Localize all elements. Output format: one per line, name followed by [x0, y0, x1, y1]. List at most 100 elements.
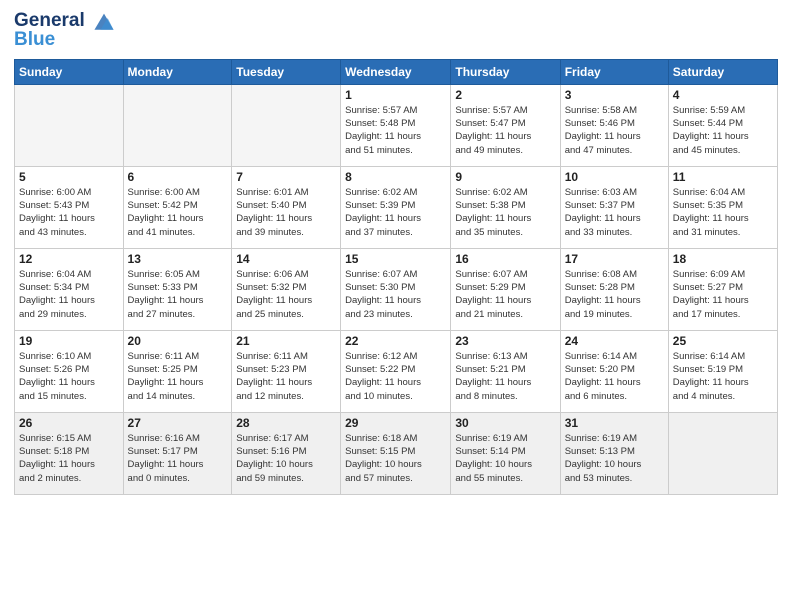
- page-header: General Blue: [14, 10, 778, 51]
- week-row-4: 19 Sunrise: 6:10 AM Sunset: 5:26 PM Dayli…: [15, 330, 778, 412]
- day-number: 23: [455, 334, 555, 348]
- day-info: Sunrise: 6:09 AM Sunset: 5:27 PM Dayligh…: [673, 268, 773, 321]
- day-cell-13: 13 Sunrise: 6:05 AM Sunset: 5:33 PM Dayli…: [123, 248, 232, 330]
- day-info: Sunrise: 6:10 AM Sunset: 5:26 PM Dayligh…: [19, 350, 119, 403]
- day-cell-4: 4 Sunrise: 5:59 AM Sunset: 5:44 PM Daylig…: [668, 84, 777, 166]
- day-info: Sunrise: 6:07 AM Sunset: 5:30 PM Dayligh…: [345, 268, 446, 321]
- day-cell-17: 17Sunrise: 6:08 AM Sunset: 5:28 PM Dayli…: [560, 248, 668, 330]
- weekday-wednesday: Wednesday: [341, 59, 451, 84]
- day-cell-20: 20 Sunrise: 6:11 AM Sunset: 5:25 PM Dayli…: [123, 330, 232, 412]
- day-cell-14: 14 Sunrise: 6:06 AM Sunset: 5:32 PM Dayli…: [232, 248, 341, 330]
- day-info: Sunrise: 6:06 AM Sunset: 5:32 PM Dayligh…: [236, 268, 336, 321]
- day-cell-26: 26 Sunrise: 6:15 AM Sunset: 5:18 PM Dayli…: [15, 412, 124, 494]
- day-info: Sunrise: 6:01 AM Sunset: 5:40 PM Dayligh…: [236, 186, 336, 239]
- weekday-monday: Monday: [123, 59, 232, 84]
- day-number: 28: [236, 416, 336, 430]
- day-cell-22: 22 Sunrise: 6:12 AM Sunset: 5:22 PM Dayli…: [341, 330, 451, 412]
- day-info: Sunrise: 6:02 AM Sunset: 5:38 PM Dayligh…: [455, 186, 555, 239]
- day-number: 27: [128, 416, 228, 430]
- day-number: 4: [673, 88, 773, 102]
- day-info: Sunrise: 6:03 AM Sunset: 5:37 PM Dayligh…: [565, 186, 664, 239]
- day-cell-7: 7 Sunrise: 6:01 AM Sunset: 5:40 PM Daylig…: [232, 166, 341, 248]
- day-cell-10: 10 Sunrise: 6:03 AM Sunset: 5:37 PM Dayli…: [560, 166, 668, 248]
- day-number: 10: [565, 170, 664, 184]
- day-number: 18: [673, 252, 773, 266]
- day-cell-18: 18 Sunrise: 6:09 AM Sunset: 5:27 PM Dayli…: [668, 248, 777, 330]
- day-info: Sunrise: 6:04 AM Sunset: 5:34 PM Dayligh…: [19, 268, 119, 321]
- week-row-5: 26 Sunrise: 6:15 AM Sunset: 5:18 PM Dayli…: [15, 412, 778, 494]
- day-info: Sunrise: 6:14 AM Sunset: 5:19 PM Dayligh…: [673, 350, 773, 403]
- day-cell-3: 3Sunrise: 5:58 AM Sunset: 5:46 PM Daylig…: [560, 84, 668, 166]
- day-cell-15: 15 Sunrise: 6:07 AM Sunset: 5:30 PM Dayli…: [341, 248, 451, 330]
- day-number: 7: [236, 170, 336, 184]
- empty-cell: [123, 84, 232, 166]
- day-cell-19: 19 Sunrise: 6:10 AM Sunset: 5:26 PM Dayli…: [15, 330, 124, 412]
- day-info: Sunrise: 6:19 AM Sunset: 5:14 PM Dayligh…: [455, 432, 555, 485]
- day-info: Sunrise: 5:58 AM Sunset: 5:46 PM Dayligh…: [565, 104, 664, 157]
- day-cell-2: 2 Sunrise: 5:57 AM Sunset: 5:47 PM Daylig…: [451, 84, 560, 166]
- day-cell-1: 1Sunrise: 5:57 AM Sunset: 5:48 PM Daylig…: [341, 84, 451, 166]
- day-info: Sunrise: 6:13 AM Sunset: 5:21 PM Dayligh…: [455, 350, 555, 403]
- day-info: Sunrise: 6:07 AM Sunset: 5:29 PM Dayligh…: [455, 268, 555, 321]
- day-number: 11: [673, 170, 773, 184]
- day-cell-21: 21 Sunrise: 6:11 AM Sunset: 5:23 PM Dayli…: [232, 330, 341, 412]
- day-number: 31: [565, 416, 664, 430]
- day-info: Sunrise: 6:17 AM Sunset: 5:16 PM Dayligh…: [236, 432, 336, 485]
- day-number: 20: [128, 334, 228, 348]
- day-number: 17: [565, 252, 664, 266]
- empty-cell: [232, 84, 341, 166]
- day-cell-16: 16 Sunrise: 6:07 AM Sunset: 5:29 PM Dayli…: [451, 248, 560, 330]
- week-row-2: 5Sunrise: 6:00 AM Sunset: 5:43 PM Daylig…: [15, 166, 778, 248]
- day-info: Sunrise: 6:00 AM Sunset: 5:42 PM Dayligh…: [128, 186, 228, 239]
- day-cell-12: 12 Sunrise: 6:04 AM Sunset: 5:34 PM Dayli…: [15, 248, 124, 330]
- empty-cell: [15, 84, 124, 166]
- day-number: 29: [345, 416, 446, 430]
- week-row-3: 12 Sunrise: 6:04 AM Sunset: 5:34 PM Dayli…: [15, 248, 778, 330]
- day-number: 22: [345, 334, 446, 348]
- day-cell-8: 8 Sunrise: 6:02 AM Sunset: 5:39 PM Daylig…: [341, 166, 451, 248]
- day-number: 14: [236, 252, 336, 266]
- empty-cell: [668, 412, 777, 494]
- day-cell-27: 27Sunrise: 6:16 AM Sunset: 5:17 PM Dayli…: [123, 412, 232, 494]
- day-number: 30: [455, 416, 555, 430]
- day-info: Sunrise: 6:02 AM Sunset: 5:39 PM Dayligh…: [345, 186, 446, 239]
- day-number: 26: [19, 416, 119, 430]
- weekday-friday: Friday: [560, 59, 668, 84]
- day-number: 6: [128, 170, 228, 184]
- day-cell-29: 29 Sunrise: 6:18 AM Sunset: 5:15 PM Dayli…: [341, 412, 451, 494]
- weekday-sunday: Sunday: [15, 59, 124, 84]
- day-info: Sunrise: 6:19 AM Sunset: 5:13 PM Dayligh…: [565, 432, 664, 485]
- day-number: 13: [128, 252, 228, 266]
- day-cell-11: 11 Sunrise: 6:04 AM Sunset: 5:35 PM Dayli…: [668, 166, 777, 248]
- day-info: Sunrise: 6:11 AM Sunset: 5:25 PM Dayligh…: [128, 350, 228, 403]
- day-cell-24: 24 Sunrise: 6:14 AM Sunset: 5:20 PM Dayli…: [560, 330, 668, 412]
- day-number: 8: [345, 170, 446, 184]
- day-info: Sunrise: 6:12 AM Sunset: 5:22 PM Dayligh…: [345, 350, 446, 403]
- weekday-thursday: Thursday: [451, 59, 560, 84]
- week-row-1: 1Sunrise: 5:57 AM Sunset: 5:48 PM Daylig…: [15, 84, 778, 166]
- day-info: Sunrise: 6:05 AM Sunset: 5:33 PM Dayligh…: [128, 268, 228, 321]
- day-info: Sunrise: 5:57 AM Sunset: 5:48 PM Dayligh…: [345, 104, 446, 157]
- calendar-page: General Blue SundayMondayTuesdayWednesda…: [0, 0, 792, 612]
- day-cell-9: 9Sunrise: 6:02 AM Sunset: 5:38 PM Daylig…: [451, 166, 560, 248]
- day-info: Sunrise: 5:57 AM Sunset: 5:47 PM Dayligh…: [455, 104, 555, 157]
- day-number: 12: [19, 252, 119, 266]
- day-info: Sunrise: 6:15 AM Sunset: 5:18 PM Dayligh…: [19, 432, 119, 485]
- day-info: Sunrise: 6:18 AM Sunset: 5:15 PM Dayligh…: [345, 432, 446, 485]
- day-number: 2: [455, 88, 555, 102]
- day-cell-31: 31 Sunrise: 6:19 AM Sunset: 5:13 PM Dayli…: [560, 412, 668, 494]
- day-info: Sunrise: 6:04 AM Sunset: 5:35 PM Dayligh…: [673, 186, 773, 239]
- day-number: 5: [19, 170, 119, 184]
- day-cell-23: 23 Sunrise: 6:13 AM Sunset: 5:21 PM Dayli…: [451, 330, 560, 412]
- day-info: Sunrise: 5:59 AM Sunset: 5:44 PM Dayligh…: [673, 104, 773, 157]
- day-number: 15: [345, 252, 446, 266]
- day-cell-5: 5Sunrise: 6:00 AM Sunset: 5:43 PM Daylig…: [15, 166, 124, 248]
- day-number: 16: [455, 252, 555, 266]
- day-number: 25: [673, 334, 773, 348]
- day-info: Sunrise: 6:11 AM Sunset: 5:23 PM Dayligh…: [236, 350, 336, 403]
- day-info: Sunrise: 6:14 AM Sunset: 5:20 PM Dayligh…: [565, 350, 664, 403]
- day-number: 21: [236, 334, 336, 348]
- day-cell-6: 6 Sunrise: 6:00 AM Sunset: 5:42 PM Daylig…: [123, 166, 232, 248]
- day-number: 24: [565, 334, 664, 348]
- day-number: 19: [19, 334, 119, 348]
